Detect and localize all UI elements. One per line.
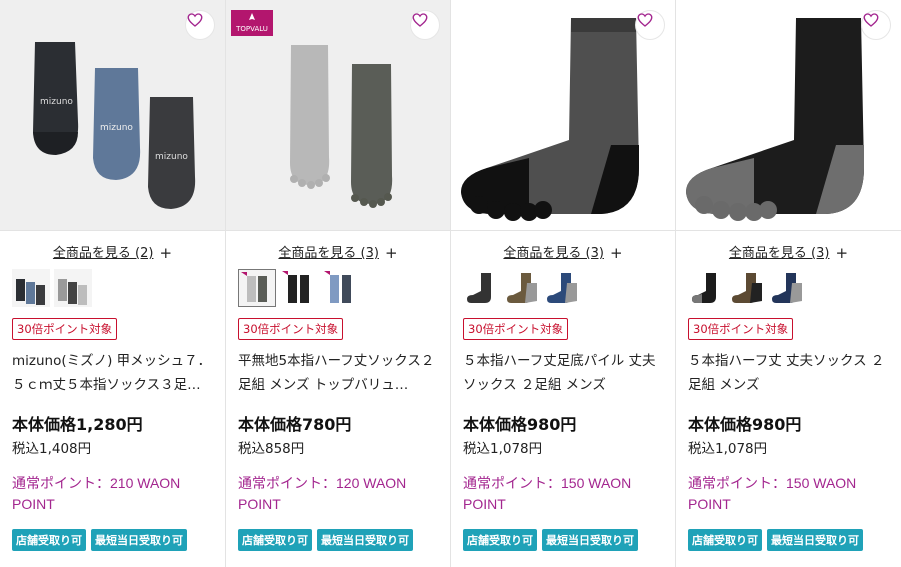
favorite-button[interactable] xyxy=(635,10,665,40)
waon-points: 通常ポイント：150 WAON POINT xyxy=(688,475,857,512)
same-day-pickup-badge: 最短当日受取り可 xyxy=(317,529,413,551)
see-all-label[interactable]: 全商品を見る (3) xyxy=(278,246,379,261)
store-pickup-badge: 店舗受取り可 xyxy=(688,529,762,551)
point-campaign-badge: 30倍ポイント対象 xyxy=(688,318,794,340)
service-badges: 店舗受取り可 最短当日受取り可 xyxy=(238,529,418,551)
plus-icon[interactable]: + xyxy=(159,244,172,262)
svg-text:mizuno: mizuno xyxy=(40,97,73,107)
point-campaign-badge: 30倍ポイント対象 xyxy=(463,318,569,340)
color-swatch[interactable] xyxy=(280,269,318,307)
service-badges: 店舗受取り可 最短当日受取り可 xyxy=(463,529,643,551)
see-all-label[interactable]: 全商品を見る (3) xyxy=(503,246,604,261)
see-all-link[interactable]: 全商品を見る (3) + xyxy=(226,242,450,262)
color-swatch[interactable] xyxy=(54,269,92,307)
heart-icon xyxy=(636,11,654,29)
product-image[interactable]: TOPVALU xyxy=(226,0,450,231)
point-campaign-badge: 30倍ポイント対象 xyxy=(12,318,118,340)
product-image[interactable]: mizuno mizuno mizuno xyxy=(0,0,225,231)
waon-points: 通常ポイント：210 WAON POINT xyxy=(12,475,181,512)
waon-points: 通常ポイント：120 WAON POINT xyxy=(238,475,407,512)
service-badges: 店舗受取り可 最短当日受取り可 xyxy=(688,529,868,551)
product-title[interactable]: 平無地5本指ハーフ丈ソックス２足組 メンズ トップバリュ… xyxy=(238,349,441,397)
product-image[interactable] xyxy=(676,0,901,231)
see-all-link[interactable]: 全商品を見る (3) + xyxy=(451,242,675,262)
favorite-button[interactable] xyxy=(185,10,215,40)
point-campaign-badge: 30倍ポイント対象 xyxy=(238,318,344,340)
store-pickup-badge: 店舗受取り可 xyxy=(463,529,537,551)
see-all-link[interactable]: 全商品を見る (3) + xyxy=(676,242,901,262)
same-day-pickup-badge: 最短当日受取り可 xyxy=(542,529,638,551)
tax-included-price: 税込1,078円 xyxy=(688,441,768,457)
store-pickup-badge: 店舗受取り可 xyxy=(12,529,86,551)
heart-icon xyxy=(862,11,880,29)
color-swatch[interactable] xyxy=(503,269,541,307)
product-price: 本体価格980円 xyxy=(688,415,802,434)
same-day-pickup-badge: 最短当日受取り可 xyxy=(767,529,863,551)
product-title[interactable]: ５本指ハーフ丈足底パイル 丈夫ソックス ２足組 メンズ xyxy=(463,349,666,397)
see-all-label[interactable]: 全商品を見る (3) xyxy=(729,246,830,261)
product-card[interactable]: mizuno mizuno mizuno 全商品を見る (2) + 30倍ポイン… xyxy=(0,0,225,567)
product-card[interactable]: TOPVALU 全商品を見る (3) + 30倍ポイント対象 平無地5本指ハーフ丈… xyxy=(225,0,450,567)
color-swatch[interactable] xyxy=(12,269,50,307)
heart-icon xyxy=(411,11,429,29)
store-pickup-badge: 店舗受取り可 xyxy=(238,529,312,551)
waon-points: 通常ポイント：150 WAON POINT xyxy=(463,475,632,512)
plus-icon[interactable]: + xyxy=(835,244,848,262)
product-card[interactable]: 全商品を見る (3) + 30倍ポイント対象 ５本指ハーフ丈 丈夫ソックス ２足組… xyxy=(675,0,901,567)
product-price: 本体価格780円 xyxy=(238,415,352,434)
product-price: 本体価格1,280円 xyxy=(12,415,143,434)
product-image[interactable] xyxy=(451,0,675,231)
svg-text:TOPVALU: TOPVALU xyxy=(235,25,268,33)
product-card[interactable]: 全商品を見る (3) + 30倍ポイント対象 ５本指ハーフ丈足底パイル 丈夫ソック… xyxy=(450,0,675,567)
tax-included-price: 税込858円 xyxy=(238,441,305,457)
tax-included-price: 税込1,078円 xyxy=(463,441,543,457)
favorite-button[interactable] xyxy=(410,10,440,40)
color-swatch[interactable] xyxy=(543,269,581,307)
plus-icon[interactable]: + xyxy=(385,244,398,262)
svg-text:mizuno: mizuno xyxy=(155,152,188,162)
color-swatch[interactable] xyxy=(768,269,806,307)
product-grid: mizuno mizuno mizuno 全商品を見る (2) + 30倍ポイン… xyxy=(0,0,901,567)
topvalu-logo: TOPVALU xyxy=(231,10,273,36)
color-swatch[interactable] xyxy=(238,269,276,307)
service-badges: 店舗受取り可 最短当日受取り可 xyxy=(12,529,192,551)
color-swatch[interactable] xyxy=(728,269,766,307)
tax-included-price: 税込1,408円 xyxy=(12,441,92,457)
heart-icon xyxy=(186,11,204,29)
see-all-link[interactable]: 全商品を見る (2) + xyxy=(0,242,225,262)
favorite-button[interactable] xyxy=(861,10,891,40)
product-title[interactable]: ５本指ハーフ丈 丈夫ソックス ２足組 メンズ xyxy=(688,349,891,397)
color-swatch[interactable] xyxy=(688,269,726,307)
svg-text:mizuno: mizuno xyxy=(100,123,133,133)
see-all-label[interactable]: 全商品を見る (2) xyxy=(53,246,154,261)
same-day-pickup-badge: 最短当日受取り可 xyxy=(91,529,187,551)
color-swatch[interactable] xyxy=(322,269,360,307)
product-title[interactable]: mizuno(ミズノ) 甲メッシュ７．５ｃｍ丈５本指ソックス３足… xyxy=(12,349,215,397)
color-swatch[interactable] xyxy=(463,269,501,307)
product-price: 本体価格980円 xyxy=(463,415,577,434)
plus-icon[interactable]: + xyxy=(610,244,623,262)
